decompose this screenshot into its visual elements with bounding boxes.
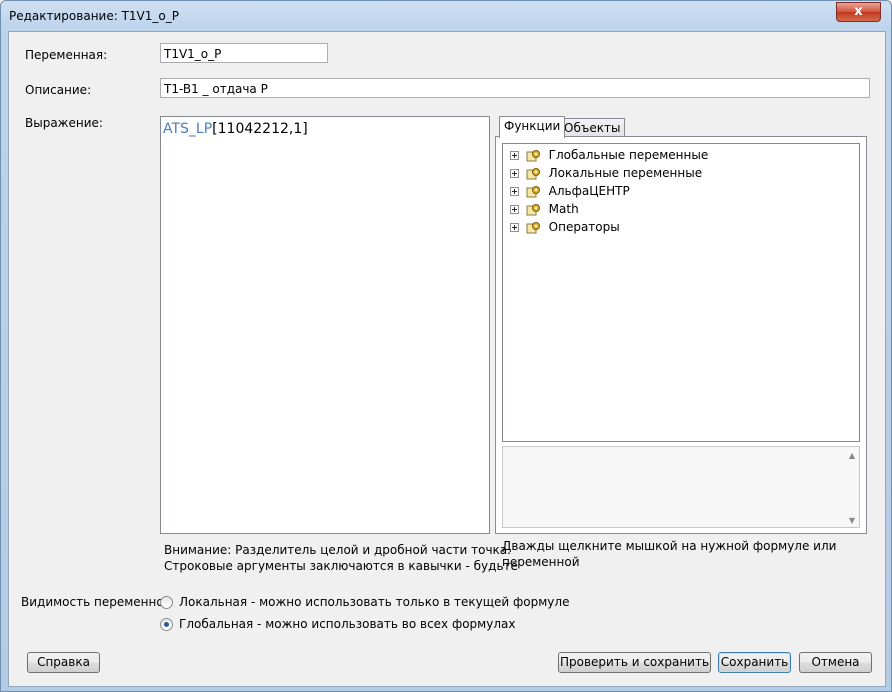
description-label: Описание: (25, 83, 92, 97)
radio-icon[interactable] (160, 596, 173, 609)
tab-functions[interactable]: Функции (499, 116, 566, 138)
expand-icon[interactable] (510, 169, 519, 178)
check-and-save-button[interactable]: Проверить и сохранить (558, 652, 711, 673)
tree-item-global-vars[interactable]: Глобальные переменные (510, 146, 708, 164)
variable-label: Переменная: (25, 48, 108, 62)
visibility-label: Видимость переменной (21, 595, 172, 609)
tree-item-label: Операторы (548, 220, 620, 234)
tree-item-alphacenter[interactable]: АльфаЦЕНТР (510, 182, 630, 200)
help-button[interactable]: Справка (27, 652, 100, 673)
window-title: Редактирование: T1V1_o_P (9, 9, 179, 23)
tree-item-math[interactable]: Math (510, 200, 579, 218)
expression-args: [11042212,1] (212, 121, 308, 137)
folder-gear-icon (526, 167, 540, 179)
radio-global-label: Глобальная - можно использовать во всех … (179, 617, 516, 631)
tree-item-label: Math (548, 202, 579, 216)
tab-objects[interactable]: Объекты (559, 118, 626, 137)
warning-line-1: Внимание: Разделитель целой и дробной ча… (164, 543, 511, 557)
expand-icon[interactable] (510, 223, 519, 232)
folder-gear-icon (526, 185, 540, 197)
function-description-box[interactable]: ▲ ▼ (502, 446, 860, 528)
expand-icon[interactable] (510, 151, 519, 160)
close-button[interactable]: x (836, 2, 881, 22)
title-bar[interactable]: Редактирование: T1V1_o_P x (1, 1, 891, 31)
tree-item-operators[interactable]: Операторы (510, 218, 620, 236)
tree-hint: Дважды щелкните мышкой на нужной формуле… (502, 538, 836, 570)
folder-gear-icon (526, 203, 540, 215)
radio-icon[interactable] (160, 618, 173, 631)
hint-line-2: переменной (502, 555, 580, 569)
folder-gear-icon (526, 221, 540, 233)
expression-function: ATS_LP (163, 121, 213, 137)
save-button[interactable]: Сохранить (718, 652, 791, 673)
description-input[interactable]: T1-B1 _ отдача P (160, 78, 870, 98)
radio-global[interactable]: Глобальная - можно использовать во всех … (160, 615, 515, 633)
expand-icon[interactable] (510, 187, 519, 196)
tree-item-label: Глобальные переменные (548, 148, 709, 162)
expression-label: Выражение: (25, 116, 103, 130)
expression-editor[interactable]: ATS_LP[11042212,1] (160, 116, 490, 534)
variable-input[interactable]: T1V1_o_P (160, 43, 328, 63)
radio-local-label: Локальная - можно использовать только в … (179, 595, 570, 609)
expand-icon[interactable] (510, 205, 519, 214)
close-icon: x (854, 4, 863, 19)
function-tree[interactable]: Глобальные переменные Локальные переменн… (502, 143, 860, 442)
scroll-up-icon[interactable]: ▲ (849, 451, 855, 460)
dialog-body: Переменная: T1V1_o_P Описание: T1-B1 _ о… (8, 31, 886, 687)
tree-item-label: АльфаЦЕНТР (548, 184, 630, 198)
warning-line-2: Строковые аргументы заключаются в кавычк… (164, 559, 518, 573)
scroll-down-icon[interactable]: ▼ (849, 516, 855, 525)
tab-panel: Глобальные переменные Локальные переменн… (495, 136, 867, 534)
folder-gear-icon (526, 149, 540, 161)
radio-local[interactable]: Локальная - можно использовать только в … (160, 593, 569, 611)
cancel-button[interactable]: Отмена (799, 652, 872, 673)
tree-item-label: Локальные переменные (548, 166, 703, 180)
expression-warning: Внимание: Разделитель целой и дробной ча… (164, 542, 518, 574)
tree-item-local-vars[interactable]: Локальные переменные (510, 164, 702, 182)
dialog-window: Редактирование: T1V1_o_P x Переменная: T… (0, 0, 892, 692)
function-tabs: Функции Объекты Глобальные переменные Ло… (495, 116, 867, 534)
hint-line-1: Дважды щелкните мышкой на нужной формуле… (502, 539, 837, 553)
